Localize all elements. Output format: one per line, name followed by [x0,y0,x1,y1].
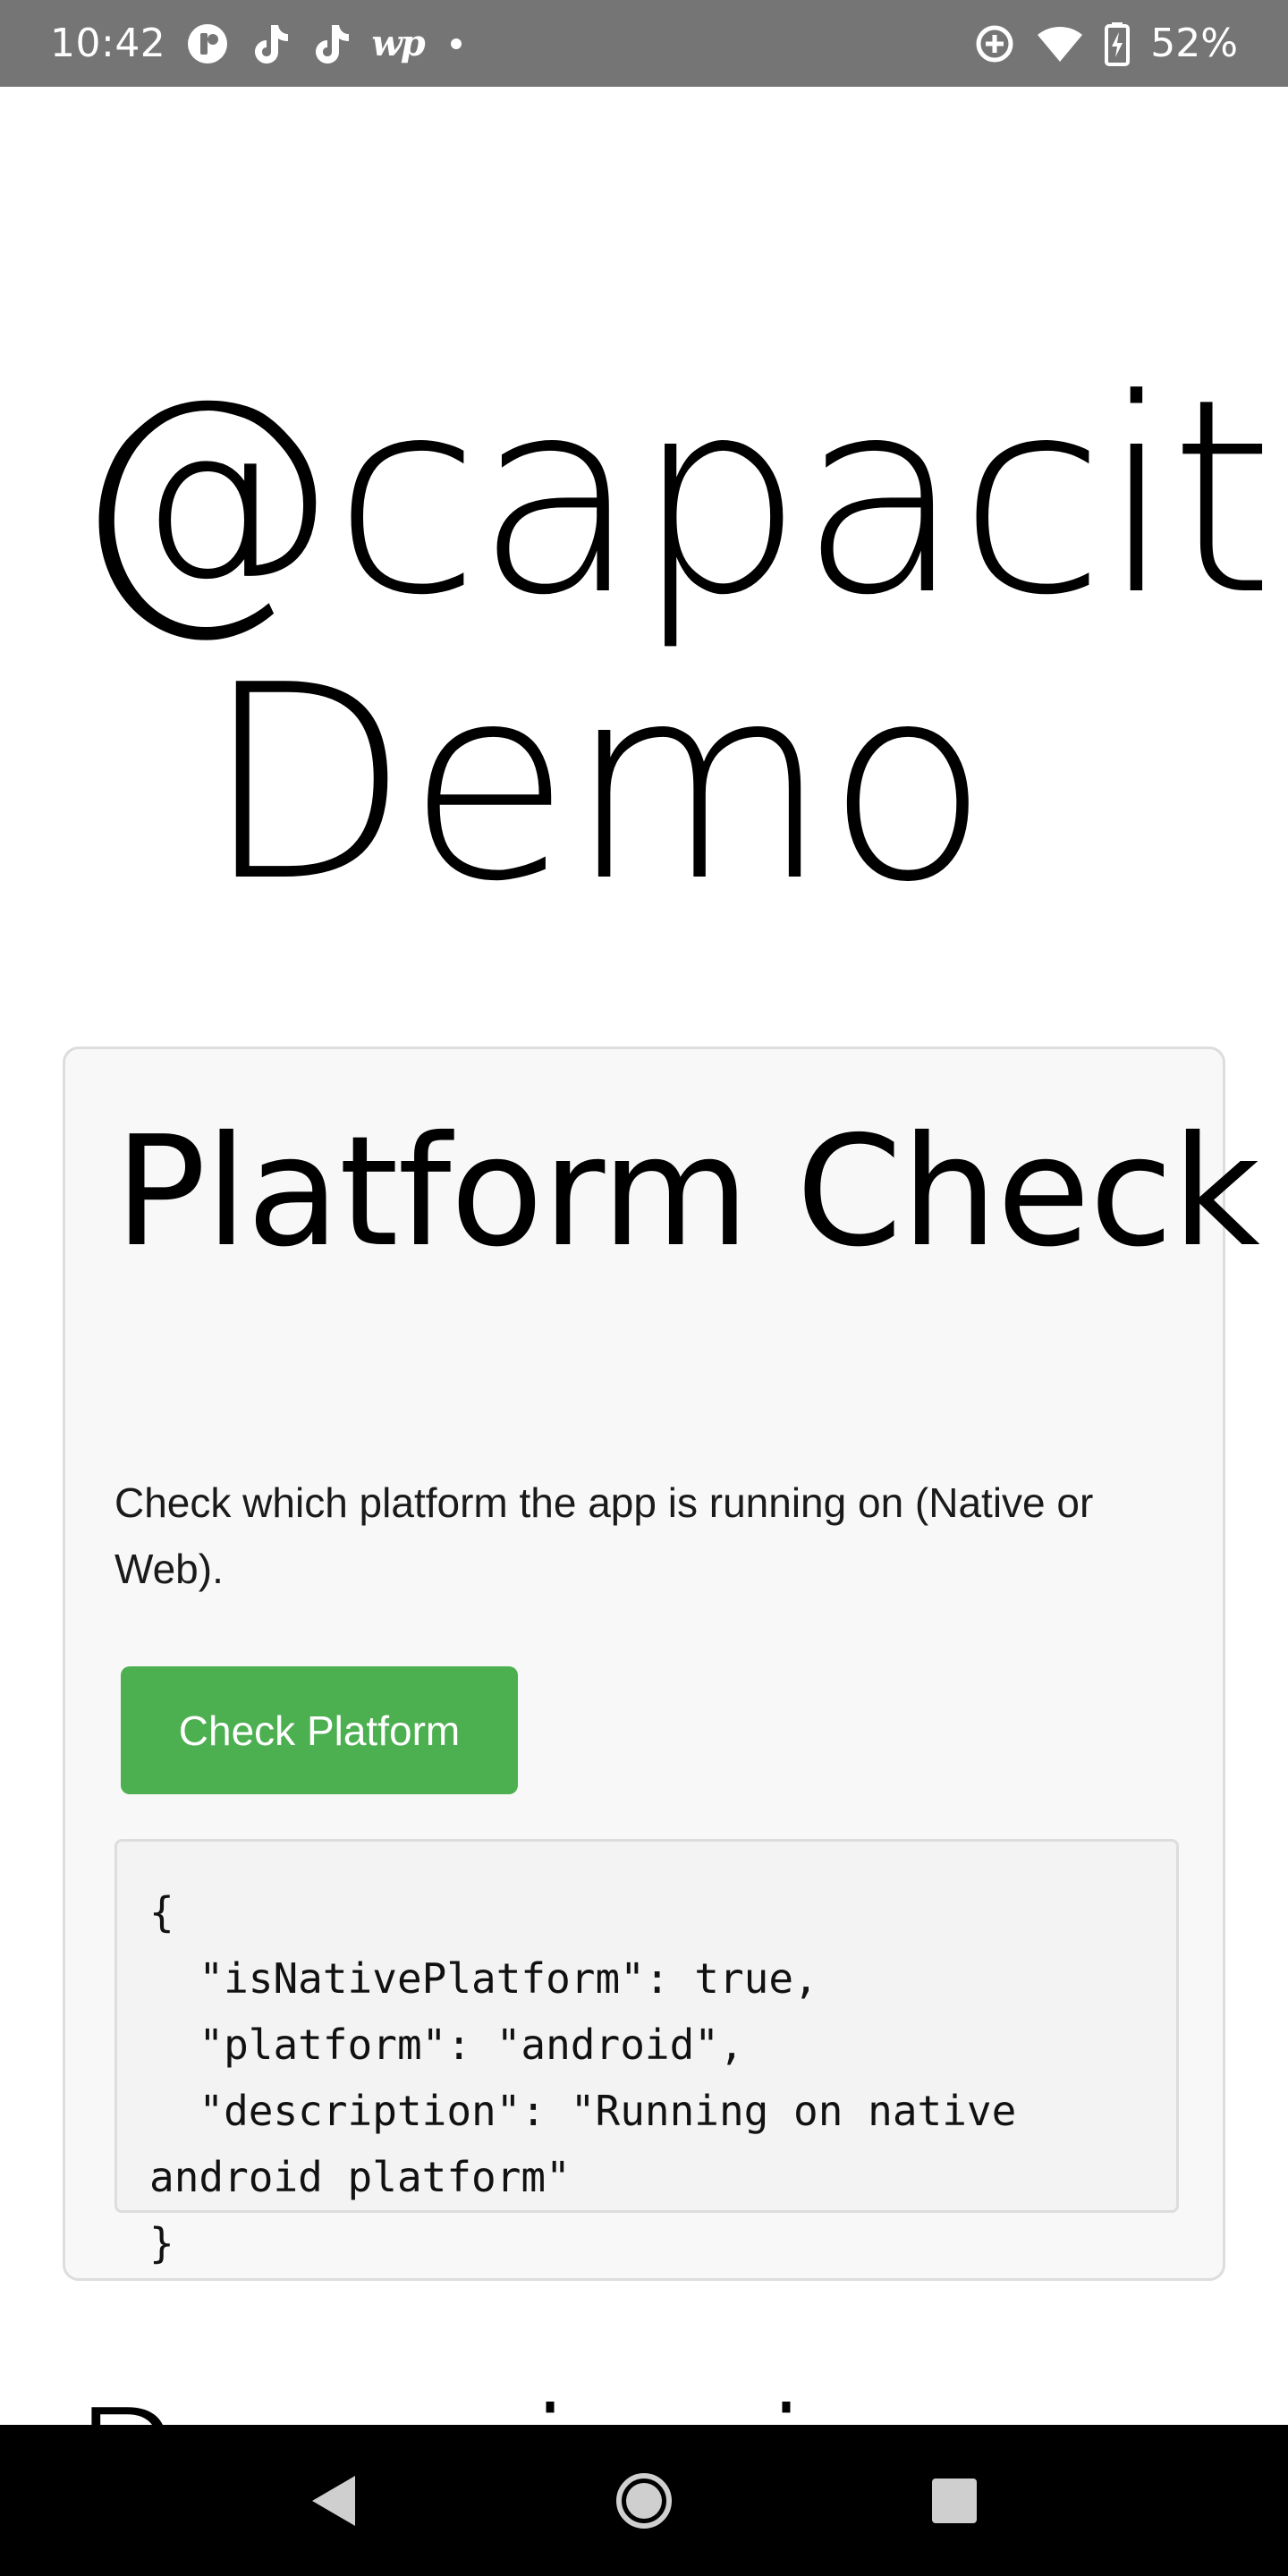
recents-icon[interactable] [901,2447,1008,2555]
result-output-box: { "isNativePlatform": true, "platform": … [114,1839,1179,2267]
washington-post-icon: wp [371,22,425,64]
page-title-line-2: Demo [203,628,989,940]
screen: 10:42 wp 52% @capacit Demo Platform Chec… [0,0,1288,2576]
back-icon[interactable] [280,2447,387,2555]
next-section-title: Permissions [70,2378,1288,2426]
battery-charging-icon [1104,21,1131,66]
page-title-line-1: @capacitor [70,342,1288,654]
more-notifications-dot [450,38,462,49]
battery-percent: 52% [1150,21,1238,66]
navigation-bar [0,2425,1288,2576]
card-title: Platform Check [114,1104,1260,1281]
card-description: Check which platform the app is running … [114,1479,1094,1592]
status-bar: 10:42 wp 52% [0,0,1288,87]
platform-check-card: Platform Check Check which platform the … [63,1046,1260,2281]
tiktok-icon [250,21,291,66]
status-bar-right: 52% [973,21,1238,66]
wifi-icon [1036,24,1084,64]
status-bar-left: 10:42 wp [50,21,462,66]
notification-app-icon [185,21,230,66]
webview-content[interactable]: @capacitor Demo Platform Check Check whi… [0,87,1288,2425]
check-platform-button[interactable]: Check Platform [121,1666,518,1794]
page-title: @capacitor Demo [0,355,1288,928]
tiktok-icon [310,21,352,66]
home-icon[interactable] [590,2447,698,2555]
result-json: { "isNativePlatform": true, "platform": … [149,1888,1017,2267]
data-saver-icon [973,22,1016,65]
status-time: 10:42 [50,21,166,66]
